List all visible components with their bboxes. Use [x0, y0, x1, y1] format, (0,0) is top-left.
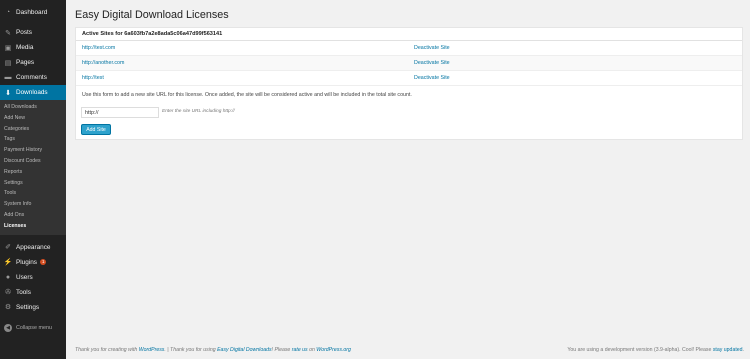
download-icon: ⬇ [5, 89, 11, 97]
footer-version: You are using a development version (3.9… [567, 347, 744, 353]
footer-thanks: Thank you for creating with WordPress. |… [75, 347, 351, 353]
submenu-settings[interactable]: Settings [0, 178, 66, 189]
dashboard-icon: ◔ [5, 9, 11, 16]
wordpress-org-link[interactable]: WordPress.org [316, 347, 351, 353]
admin-sidebar: ◔ Dashboard ✎ Posts ▣ Media ▤ Pages ▬ Co… [0, 0, 66, 359]
site-url-input[interactable] [81, 107, 159, 118]
sidebar-item-users[interactable]: ● Users [0, 270, 66, 285]
form-description: Use this form to add a new site URL for … [82, 92, 412, 98]
sidebar-item-dashboard[interactable]: ◔ Dashboard [0, 5, 66, 20]
stay-updated-link[interactable]: stay updated [713, 347, 743, 353]
submenu-tools[interactable]: Tools [0, 188, 66, 199]
collapse-menu-button[interactable]: ◀ Collapse menu [0, 321, 66, 335]
page-title: Easy Digital Download Licenses [75, 9, 229, 21]
add-site-button[interactable]: Add Site [81, 124, 111, 135]
collapse-arrow-icon: ◀ [4, 323, 12, 332]
sidebar-item-posts[interactable]: ✎ Posts [0, 25, 66, 40]
submenu-add-new[interactable]: Add New [0, 113, 66, 124]
site-url-link[interactable]: http://test.com [82, 45, 115, 51]
sidebar-item-tools[interactable]: ✇ Tools [0, 285, 66, 300]
deactivate-site-link[interactable]: Deactivate Site [414, 75, 450, 81]
submenu-payment-history[interactable]: Payment History [0, 145, 66, 156]
sidebar-item-media[interactable]: ▣ Media [0, 40, 66, 55]
panel-heading: Active Sites for 6a603fb7a2e8ada5c06a47d… [76, 28, 742, 41]
submenu-add-ons[interactable]: Add Ons [0, 210, 66, 221]
comments-icon: ▬ [4, 74, 12, 81]
pin-icon: ✎ [5, 29, 11, 37]
submenu-tags[interactable]: Tags [0, 134, 66, 145]
sidebar-item-plugins[interactable]: ⚡ Plugins 1 [0, 255, 66, 270]
submenu-categories[interactable]: Categories [0, 124, 66, 135]
deactivate-site-link[interactable]: Deactivate Site [414, 45, 450, 51]
site-url-link[interactable]: http://another.com [82, 60, 124, 66]
plugin-icon: ⚡ [3, 259, 13, 267]
wordpress-link[interactable]: WordPress [139, 347, 165, 353]
edd-link[interactable]: Easy Digital Downloads [217, 347, 272, 353]
submenu-all-downloads[interactable]: All Downloads [0, 102, 66, 113]
submenu-discount-codes[interactable]: Discount Codes [0, 156, 66, 167]
downloads-submenu: All Downloads Add New Categories Tags Pa… [0, 100, 66, 235]
update-count-badge: 1 [39, 259, 47, 266]
rate-us-link[interactable]: rate us [292, 347, 308, 353]
input-hint: Enter the site URL including http:// [162, 109, 235, 114]
table-row: http://test.com Deactivate Site [76, 41, 742, 56]
sidebar-item-downloads[interactable]: ⬇ Downloads [0, 85, 66, 100]
settings-icon: ⚙ [4, 304, 12, 312]
pages-icon: ▤ [4, 59, 12, 67]
submenu-licenses[interactable]: Licenses [0, 221, 66, 232]
submenu-reports[interactable]: Reports [0, 167, 66, 178]
table-row: http://another.com Deactivate Site [76, 56, 742, 71]
sidebar-item-pages[interactable]: ▤ Pages [0, 55, 66, 70]
site-url-link[interactable]: http://test [82, 75, 104, 81]
wrench-icon: ✇ [5, 289, 11, 297]
table-row: http://test Deactivate Site [76, 71, 742, 86]
users-icon: ● [5, 273, 11, 281]
media-icon: ▣ [4, 44, 12, 52]
sidebar-item-appearance[interactable]: ✐ Appearance [0, 240, 66, 255]
sidebar-item-settings[interactable]: ⚙ Settings [0, 300, 66, 315]
deactivate-site-link[interactable]: Deactivate Site [414, 60, 450, 66]
active-sites-panel: Active Sites for 6a603fb7a2e8ada5c06a47d… [75, 27, 743, 140]
brush-icon: ✐ [5, 244, 11, 252]
sidebar-item-comments[interactable]: ▬ Comments [0, 70, 66, 85]
submenu-system-info[interactable]: System Info [0, 199, 66, 210]
